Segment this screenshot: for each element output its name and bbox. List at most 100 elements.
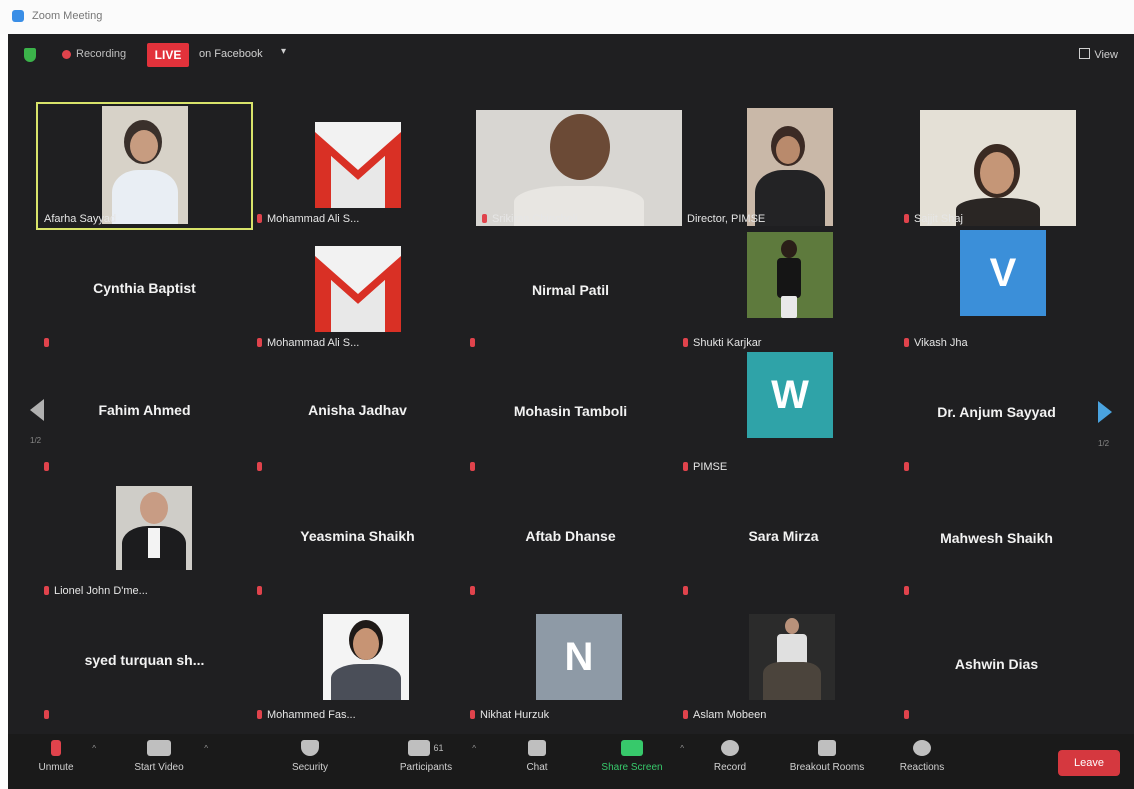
- participant-video: [749, 614, 835, 700]
- participant-name-label: Vikash Jha: [904, 337, 968, 349]
- participant-video: [116, 486, 192, 570]
- participant-display-name: Ashwin Dias: [954, 656, 1039, 672]
- muted-mic-icon: [904, 586, 909, 595]
- muted-mic-icon: [44, 338, 49, 347]
- participant-tile[interactable]: Aslam Mobeen: [677, 600, 890, 724]
- participant-tile[interactable]: N Nikhat Hurzuk: [464, 600, 677, 724]
- participant-tile[interactable]: Nirmal Patil: [464, 228, 677, 352]
- security-shield-icon[interactable]: [24, 48, 36, 62]
- meeting-window: Recording LIVE on Facebook ▾ View 1/2 1/…: [8, 34, 1134, 789]
- muted-mic-icon: [683, 462, 688, 471]
- participant-tile[interactable]: Mahwesh Shaikh: [890, 476, 1103, 600]
- live-badge[interactable]: LIVE: [147, 43, 189, 67]
- live-destination[interactable]: on Facebook: [199, 48, 263, 60]
- view-label: View: [1094, 49, 1118, 61]
- muted-mic-icon: [683, 338, 688, 347]
- participant-tile[interactable]: Mohasin Tamboli: [464, 352, 677, 476]
- participant-name-label: Nikhat Hurzuk: [470, 709, 549, 721]
- leave-button[interactable]: Leave: [1058, 750, 1120, 776]
- participant-tile[interactable]: Ashwin Dias: [890, 600, 1103, 724]
- participant-avatar: N: [536, 614, 622, 700]
- participant-name-label: [904, 709, 914, 721]
- unmute-button[interactable]: Unmute ^: [30, 740, 96, 773]
- muted-mic-icon: [470, 586, 475, 595]
- participant-name-label: PIMSE: [683, 461, 727, 473]
- participant-tile[interactable]: Aftab Dhanse: [464, 476, 677, 600]
- participant-tile[interactable]: Yeasmina Shaikh: [251, 476, 464, 600]
- participant-name-label: Srikiran Chincholi: [482, 213, 578, 225]
- muted-mic-icon: [482, 214, 487, 223]
- participant-tile[interactable]: Mohammad Ali S...: [251, 228, 464, 352]
- participant-tile[interactable]: Shukti Karjkar: [677, 228, 890, 352]
- participant-name-label: Mohammed Fas...: [257, 709, 356, 721]
- chat-bubble-icon: [528, 740, 546, 756]
- participants-button[interactable]: 61 Participants ^: [390, 740, 476, 773]
- participant-tile[interactable]: Mohammad Ali S...: [251, 104, 464, 228]
- grid-view-icon: [1079, 48, 1091, 59]
- participant-tile[interactable]: Anisha Jadhav: [251, 352, 464, 476]
- view-button[interactable]: View: [1079, 48, 1118, 61]
- participant-name-label: [44, 709, 54, 721]
- muted-mic-icon: [257, 462, 262, 471]
- participant-display-name: Mahwesh Shaikh: [940, 530, 1053, 546]
- participant-display-name: Mohasin Tamboli: [513, 403, 628, 419]
- share-screen-icon: [621, 740, 643, 756]
- video-off-icon: [147, 740, 171, 756]
- participant-tile[interactable]: Sajjit Shaj: [890, 104, 1103, 228]
- participant-display-name: syed turquan sh...: [84, 652, 205, 668]
- reactions-button[interactable]: Reactions: [894, 740, 950, 773]
- participant-name-label: [257, 461, 267, 473]
- recording-label[interactable]: Recording: [76, 48, 126, 60]
- participant-display-name: Anisha Jadhav: [308, 402, 407, 418]
- participant-tile[interactable]: V Vikash Jha: [890, 228, 1103, 352]
- participant-display-name: Sara Mirza: [748, 528, 819, 544]
- muted-mic-icon: [470, 462, 475, 471]
- share-screen-button[interactable]: Share Screen ^: [594, 740, 684, 773]
- start-video-button[interactable]: Start Video ^: [124, 740, 208, 773]
- breakout-rooms-grid-icon: [818, 740, 836, 756]
- participant-name-label: Aslam Mobeen: [683, 709, 766, 721]
- participant-video: [476, 110, 682, 226]
- muted-mic-icon: [51, 740, 61, 756]
- participants-options-chevron-icon[interactable]: ^: [472, 744, 476, 753]
- muted-mic-icon: [904, 214, 909, 223]
- audio-options-chevron-icon[interactable]: ^: [92, 744, 96, 753]
- live-dropdown-chevron-icon[interactable]: ▾: [281, 46, 286, 57]
- participant-name-label: Mohammad Ali S...: [257, 337, 359, 349]
- participant-tile[interactable]: Fahim Ahmed: [38, 352, 251, 476]
- participant-tile[interactable]: Cynthia Baptist: [38, 228, 251, 352]
- participant-tile[interactable]: Srikiran Chincholi: [464, 104, 682, 228]
- participant-tile[interactable]: Sara Mirza: [677, 476, 890, 600]
- participant-tile[interactable]: Dr. Anjum Sayyad: [890, 352, 1103, 476]
- muted-mic-icon: [470, 710, 475, 719]
- participant-name-label: Shukti Karjkar: [683, 337, 761, 349]
- recording-dot-icon: [62, 50, 71, 59]
- breakout-rooms-button[interactable]: Breakout Rooms: [780, 740, 874, 773]
- participant-name-label: [683, 585, 693, 597]
- participant-name-label: Afarha Sayyad: [44, 213, 117, 225]
- record-button[interactable]: Record: [708, 740, 752, 773]
- participant-tile[interactable]: Lionel John D'me...: [38, 476, 251, 600]
- participant-tile[interactable]: Director, PIMSE: [677, 104, 890, 228]
- participant-tile[interactable]: Afarha Sayyad: [36, 102, 253, 230]
- participant-name-label: [470, 585, 480, 597]
- participant-tile[interactable]: syed turquan sh...: [38, 600, 251, 724]
- video-options-chevron-icon[interactable]: ^: [204, 744, 208, 753]
- meeting-toolbar: Unmute ^ Start Video ^ Security 61 Partici…: [8, 734, 1134, 789]
- participant-tile[interactable]: W PIMSE: [677, 352, 890, 476]
- participant-display-name: Aftab Dhanse: [525, 528, 616, 544]
- participant-name-label: Lionel John D'me...: [44, 585, 148, 597]
- muted-mic-icon: [44, 586, 49, 595]
- share-options-chevron-icon[interactable]: ^: [680, 744, 684, 753]
- security-button[interactable]: Security: [284, 740, 336, 773]
- participant-name-label: Director, PIMSE: [687, 213, 766, 225]
- participant-name-label: [257, 585, 267, 597]
- chat-button[interactable]: Chat: [518, 740, 556, 773]
- participant-display-name: Dr. Anjum Sayyad: [937, 404, 1056, 420]
- participant-video: [747, 232, 833, 318]
- muted-mic-icon: [257, 586, 262, 595]
- participant-tile[interactable]: Mohammed Fas...: [251, 600, 464, 724]
- shield-icon: [301, 740, 319, 756]
- participant-video: [920, 110, 1076, 226]
- muted-mic-icon: [683, 710, 688, 719]
